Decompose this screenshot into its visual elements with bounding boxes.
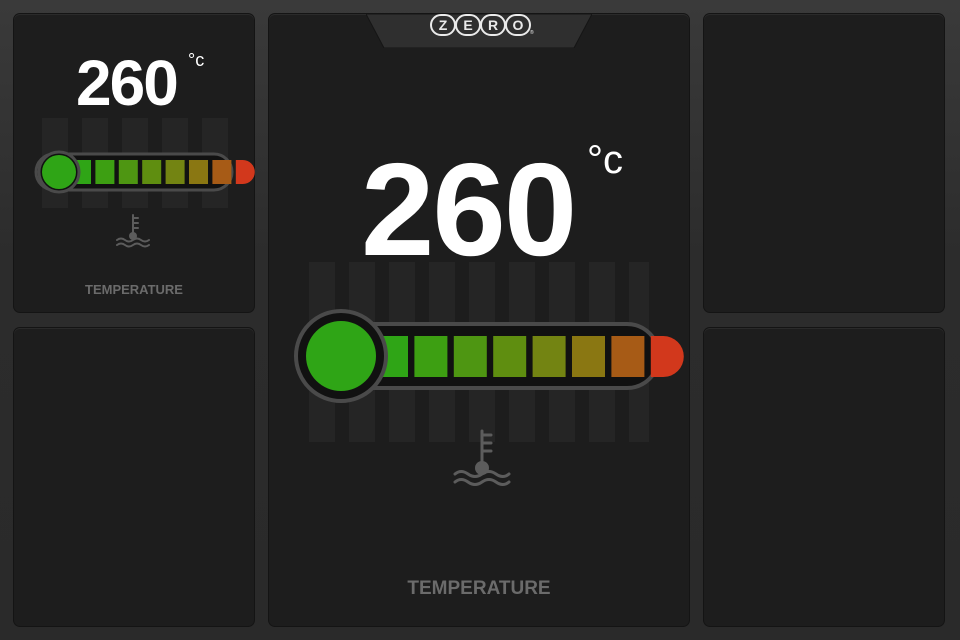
coolant-temperature-icon [453,429,511,486]
temperature-gauge-bar [294,309,684,403]
brand-logo-letter: O [505,14,531,36]
gauge-label: TEMPERATURE [85,282,183,297]
gauge-panel-large[interactable]: 260 °c TEMPERATURE [269,14,689,626]
brand-logo-letter: E [455,14,481,36]
temperature-unit: °c [188,50,205,70]
empty-panel-bottom-right[interactable] [704,328,944,626]
gauge-segment [572,336,605,377]
brand-logo-letter: R [480,14,506,36]
gauge-segment [212,160,232,184]
gauge-segment [493,336,527,377]
gauge-segment [118,160,138,184]
temperature-value: 260 [76,47,179,119]
gauge-panel-small[interactable]: 260 °c TEMPERATURE [14,14,255,312]
coolant-temperature-icon [116,214,150,248]
gauge-segment [650,336,684,377]
gauge-label: TEMPERATURE [407,578,551,599]
temperature-value: 260 [361,136,577,283]
temperature-gauge-bar [34,150,255,194]
gauge-segment [142,160,162,184]
gauge-segment [453,336,487,377]
brand-registered-mark: ® [530,30,534,36]
empty-panel-top-right[interactable] [704,14,944,312]
gauge-segment [414,336,448,377]
gauge-segment [189,160,208,184]
gauge-segment [235,160,255,184]
empty-panel-bottom-left[interactable] [14,328,254,626]
gauge-segment [165,160,185,184]
brand-logo-letter: Z [430,14,456,36]
temperature-unit: °c [587,138,623,182]
gauge-segment [532,336,566,377]
gauge-segment [95,160,115,184]
gauge-segment [611,336,645,377]
